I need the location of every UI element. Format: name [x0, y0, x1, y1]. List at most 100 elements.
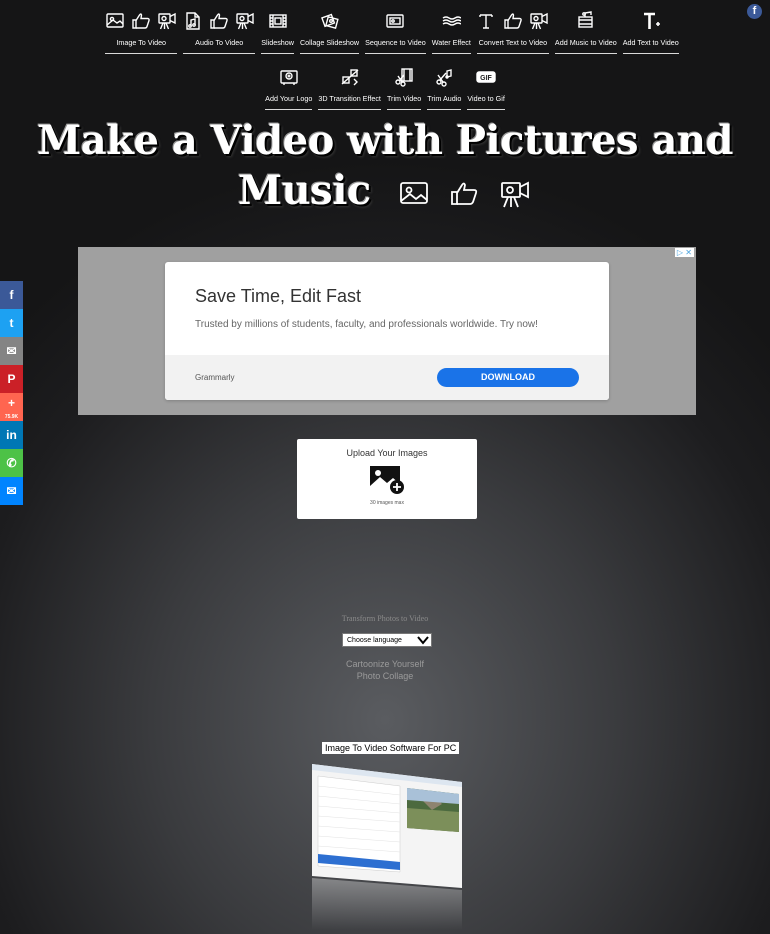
twitter-share-button[interactable]: t — [0, 309, 23, 337]
nav-item-label: Video to Gif — [467, 92, 505, 110]
water-icon — [442, 16, 462, 26]
language-select[interactable]: Choose language — [342, 633, 432, 647]
ad-card[interactable]: Save Time, Edit Fast Trusted by millions… — [165, 262, 609, 400]
social-share-bar: f t ✉ P +75.9K in ✆ ✉ — [0, 281, 23, 505]
thumbs-up-icon — [210, 13, 229, 29]
nav-item-icons — [385, 0, 405, 36]
nav-item-icons — [279, 56, 299, 92]
page-title-line1: Make a Video with Pictures and — [37, 117, 733, 164]
video-camera-icon — [236, 12, 254, 30]
more-share-button[interactable]: +75.9K — [0, 393, 23, 421]
software-label[interactable]: Image To Video Software For PC — [322, 742, 460, 754]
pinterest-icon: P — [7, 372, 16, 386]
more-icon: + — [7, 396, 15, 410]
pinterest-share-button[interactable]: P — [0, 365, 23, 393]
nav-item-collage-slideshow[interactable]: Collage Slideshow — [297, 0, 362, 54]
film-strip-icon — [268, 14, 287, 28]
title-icons — [398, 179, 532, 209]
nav-item-label: Trim Video — [386, 92, 422, 110]
email-icon: ✉ — [6, 344, 17, 358]
nav-row-1: Image To Video Audio To Video Slideshow Col… — [0, 0, 770, 54]
upload-title: Upload Your Images — [346, 448, 428, 458]
ad-subtext: Trusted by millions of students, faculty… — [195, 319, 538, 330]
nav-item-audio-to-video[interactable]: Audio To Video — [180, 0, 258, 54]
nav-item-icons — [340, 56, 360, 92]
thumbs-up-icon — [132, 13, 151, 29]
nav-item-label: Add Text to Video — [622, 36, 679, 54]
nav-item-icons — [320, 0, 340, 36]
software-screenshot-image[interactable] — [312, 760, 462, 930]
trim-video-icon — [395, 68, 413, 87]
nav-item-icons — [394, 56, 414, 92]
image-icon — [106, 13, 124, 28]
collage-icon — [320, 13, 339, 29]
linkedin-share-button[interactable]: in — [0, 421, 23, 449]
top-navigation: Image To Video Audio To Video Slideshow Col… — [0, 0, 770, 110]
linkedin-icon: in — [6, 428, 17, 442]
email-share-button[interactable]: ✉ — [0, 337, 23, 365]
nav-item-label: Add Your Logo — [265, 92, 313, 110]
extra-links: Cartoonize Yourself Photo Collage — [0, 658, 770, 682]
nav-item-trim-audio[interactable]: Trim Audio — [424, 56, 464, 110]
nav-row-2: Add Your Logo 3D Transition Effect Trim Vi… — [0, 54, 770, 110]
ad-headline[interactable]: Save Time, Edit Fast — [195, 262, 579, 307]
nav-item-video-to-gif[interactable]: GIF Video to Gif — [464, 56, 507, 110]
language-select-value: Choose language — [347, 636, 402, 644]
page-title: Make a Video with Pictures and Music — [0, 116, 770, 216]
nav-item-sequence-to-video[interactable]: Sequence to Video — [362, 0, 429, 54]
nav-item-label: Trim Audio — [427, 92, 462, 110]
chevron-down-icon — [415, 634, 431, 646]
video-camera-icon — [158, 12, 176, 30]
video-camera-icon — [530, 12, 548, 30]
nav-item-icons — [641, 0, 661, 36]
advertisement: ▷ ✕ Save Time, Edit Fast Trusted by mill… — [78, 247, 696, 415]
nav-item-label: Collage Slideshow — [299, 36, 360, 54]
upload-max-note: 30 images max — [370, 500, 404, 506]
nav-item-label: 3D Transition Effect — [318, 92, 381, 110]
facebook-share-button[interactable]: f — [0, 281, 23, 309]
nav-item-convert-text-to-video[interactable]: Convert Text to Video — [474, 0, 552, 54]
add-image-icon — [297, 463, 477, 502]
video-camera-icon — [501, 181, 530, 208]
nav-item-label: Convert Text to Video — [476, 36, 549, 54]
audio-file-icon — [186, 12, 200, 30]
whatsapp-share-button[interactable]: ✆ — [0, 449, 23, 477]
whatsapp-icon: ✆ — [6, 456, 17, 470]
tagline: Transform Photos to Video — [341, 614, 429, 623]
nav-item-icons — [105, 0, 177, 36]
nav-item-icons: GIF — [476, 56, 496, 92]
messenger-icon: ✉ — [6, 484, 17, 498]
nav-item-add-your-logo[interactable]: Add Your Logo — [262, 56, 315, 110]
image-icon — [400, 182, 429, 204]
nav-item-water-effect[interactable]: Water Effect — [429, 0, 474, 54]
ad-close-icon[interactable]: ▷ ✕ — [674, 248, 694, 257]
nav-item-label: Water Effect — [431, 36, 471, 54]
sequence-icon — [386, 14, 405, 28]
link-photo-collage[interactable]: Photo Collage — [0, 670, 770, 682]
nav-item-add-music-to-video[interactable]: Add Music to Video — [552, 0, 620, 54]
share-count: 75.9K — [4, 414, 19, 420]
nav-item-image-to-video[interactable]: Image To Video — [102, 0, 180, 54]
nav-item-slideshow[interactable]: Slideshow — [258, 0, 297, 54]
nav-item-3d-transition-effect[interactable]: 3D Transition Effect — [315, 56, 384, 110]
link-cartoonize-yourself[interactable]: Cartoonize Yourself — [0, 658, 770, 670]
nav-item-icons — [477, 0, 549, 36]
nav-item-add-text-to-video[interactable]: Add Text to Video — [620, 0, 682, 54]
music-film-icon — [578, 11, 593, 28]
text-icon — [479, 14, 493, 29]
transition-icon — [341, 69, 359, 86]
nav-item-label: Image To Video — [105, 36, 178, 54]
upload-images-button[interactable]: Upload Your Images 30 images max — [297, 439, 477, 519]
nav-item-trim-video[interactable]: Trim Video — [384, 56, 424, 110]
thumbs-up-icon — [451, 182, 478, 205]
page-title-line2: Music — [237, 167, 371, 214]
twitter-icon: t — [9, 316, 14, 330]
nav-item-icons — [434, 56, 454, 92]
thumbs-up-icon — [504, 13, 522, 29]
messenger-share-button[interactable]: ✉ — [0, 477, 23, 505]
text-plus-icon — [643, 12, 660, 29]
ad-download-button[interactable]: DOWNLOAD — [437, 368, 579, 387]
nav-item-label: Add Music to Video — [554, 36, 617, 54]
nav-item-icons — [441, 0, 462, 36]
svg-text:GIF: GIF — [480, 75, 492, 82]
